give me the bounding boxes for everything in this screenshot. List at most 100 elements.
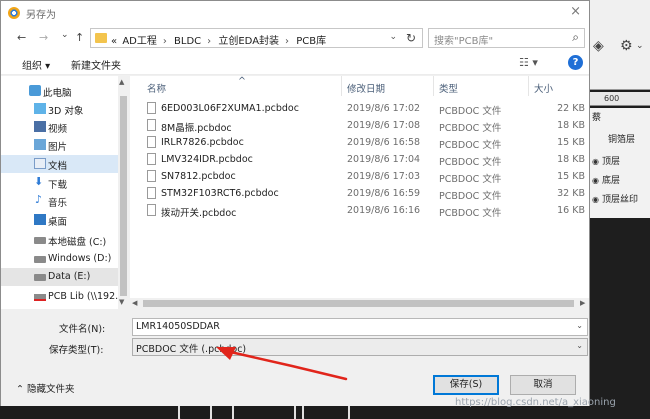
file-row[interactable]: 拨动开关.pcbdoc 2019/8/6 16:16 PCBDOC 文件 16 …	[130, 202, 589, 219]
watermark: https://blog.csdn.net/a_xiaoning	[455, 397, 616, 408]
column-header-size[interactable]: 大小	[534, 81, 553, 95]
downloads-icon: ⬇	[34, 175, 44, 188]
file-list: 名称 ^ 修改日期 类型 大小 6ED003L06F2XUMA1.pcbdoc …	[130, 76, 589, 309]
scrollbar-thumb[interactable]	[143, 300, 574, 307]
breadcrumb-pcb-lib[interactable]: PCB库	[296, 36, 326, 47]
help-icon[interactable]: ?	[568, 55, 583, 70]
layers-icon[interactable]: ◈	[593, 38, 604, 54]
sidebar-item-data-e[interactable]: Data (E:)	[1, 268, 118, 286]
ruler: 600	[590, 92, 650, 106]
organize-menu-button[interactable]: 组织 ▾	[22, 57, 50, 72]
view-options-icon[interactable]: ☷ ▾	[519, 56, 538, 69]
background-app: ◈ ⚙ ⌄ 600 蔡 铜箔层 ◉ 顶层 ◉ 底层 ◉ 顶层丝印	[590, 0, 650, 419]
music-icon: ♪	[35, 193, 43, 206]
hide-folders-button[interactable]: ⌃ 隐藏文件夹	[16, 381, 74, 395]
eye-icon[interactable]: ◉	[592, 195, 602, 204]
sort-ascending-icon: ^	[238, 76, 246, 87]
back-arrow-icon[interactable]: ←	[17, 31, 26, 44]
recent-locations-chevron-icon[interactable]: ⌄	[61, 30, 69, 40]
up-arrow-icon[interactable]: ↑	[75, 31, 84, 44]
filename-input[interactable]: LMR14050SDDAR	[136, 321, 220, 332]
chevron-down-icon[interactable]: ⌄	[636, 41, 644, 51]
title-bar: 另存为 ×	[1, 1, 589, 25]
file-icon	[147, 187, 156, 199]
refresh-icon[interactable]: ↻	[406, 31, 416, 45]
cancel-button[interactable]: 取消	[510, 375, 576, 395]
column-header-date[interactable]: 修改日期	[347, 81, 385, 95]
filetype-select[interactable]: PCBDOC 文件 (.pcbdoc) ⌄	[132, 338, 588, 356]
sidebar-item-downloads[interactable]: ⬇ 下载	[1, 174, 118, 192]
command-bar: 组织 ▾ 新建文件夹 ☷ ▾ ?	[1, 51, 589, 75]
panel-header: 蔡	[592, 113, 602, 123]
breadcrumb-separator: ›	[285, 36, 290, 47]
chevron-down-icon[interactable]: ⌄	[576, 341, 583, 350]
column-divider[interactable]	[528, 76, 529, 96]
scroll-left-icon[interactable]: ◀	[132, 299, 137, 307]
file-row[interactable]: STM32F103RCT6.pcbdoc 2019/8/6 16:59 PCBD…	[130, 185, 589, 202]
breadcrumb-overflow[interactable]: «	[111, 36, 117, 47]
scroll-up-icon[interactable]: ▲	[119, 78, 124, 86]
file-row[interactable]: 8M晶振.pcbdoc 2019/8/6 17:08 PCBDOC 文件 18 …	[130, 117, 589, 134]
filetype-label: 保存类型(T):	[49, 345, 104, 356]
file-row[interactable]: SN7812.pcbdoc 2019/8/6 17:03 PCBDOC 文件 1…	[130, 168, 589, 185]
3d-objects-icon	[34, 103, 46, 114]
column-header-name[interactable]: 名称	[147, 81, 166, 95]
sidebar-item-windows-d[interactable]: Windows (D:)	[1, 250, 118, 268]
sidebar-item-local-disk-c[interactable]: 本地磁盘 (C:)	[1, 231, 118, 249]
pictures-icon	[34, 139, 46, 150]
filetype-selected-value: PCBDOC 文件 (.pcbdoc)	[136, 344, 247, 355]
search-icon[interactable]: ⌕	[572, 30, 579, 45]
sidebar-item-documents[interactable]: 文档	[1, 155, 118, 173]
column-header-type[interactable]: 类型	[439, 81, 458, 95]
column-divider[interactable]	[341, 76, 342, 96]
sidebar-item-pcb-lib-network[interactable]: PCB Lib (\\192.	[1, 288, 118, 306]
scroll-right-icon[interactable]: ▶	[580, 299, 585, 307]
file-row[interactable]: 6ED003L06F2XUMA1.pcbdoc 2019/8/6 17:02 P…	[130, 100, 589, 117]
navigation-scrollbar[interactable]: ▲ ▼	[118, 76, 129, 309]
address-bar[interactable]: « AD工程 › BLDC › 立创EDA封装 › PCB库 ⌄ ↻	[90, 28, 423, 48]
sidebar-item-videos[interactable]: 视频	[1, 118, 118, 136]
eye-icon[interactable]: ◉	[592, 176, 602, 185]
breadcrumb-lceda-footprints[interactable]: 立创EDA封装	[218, 36, 279, 47]
breadcrumb: « AD工程 › BLDC › 立创EDA封装 › PCB库	[111, 32, 328, 47]
breadcrumb-separator: ›	[162, 36, 167, 47]
file-icon	[147, 170, 156, 182]
navigation-bar: ← → ⌄ ↑ « AD工程 › BLDC › 立创EDA封装 › PCB库 ⌄ ↻ …	[1, 25, 589, 51]
breadcrumb-ad-project[interactable]: AD工程	[122, 36, 157, 47]
horizontal-scrollbar[interactable]: ◀ ▶	[130, 298, 589, 309]
layer-top[interactable]: ◉ 顶层	[592, 154, 620, 167]
search-box[interactable]: 搜索"PCB库" ⌕	[428, 28, 585, 48]
sidebar-item-music[interactable]: ♪ 音乐	[1, 192, 118, 210]
layer-top-silk[interactable]: ◉ 顶层丝印	[592, 192, 638, 205]
eye-icon[interactable]: ◉	[592, 157, 602, 166]
folder-icon	[95, 33, 107, 43]
sidebar-item-pictures[interactable]: 图片	[1, 136, 118, 154]
file-icon	[147, 153, 156, 165]
gear-icon[interactable]: ⚙	[620, 38, 633, 54]
sidebar-item-this-pc[interactable]: 此电脑	[1, 82, 118, 100]
address-dropdown-icon[interactable]: ⌄	[389, 32, 397, 42]
breadcrumb-bldc[interactable]: BLDC	[174, 36, 201, 47]
new-folder-button[interactable]: 新建文件夹	[71, 57, 121, 72]
file-row[interactable]: IRLR7826.pcbdoc 2019/8/6 16:58 PCBDOC 文件…	[130, 134, 589, 151]
network-drive-icon	[34, 294, 46, 301]
app-logo-icon	[8, 7, 20, 19]
scroll-down-icon[interactable]: ▼	[119, 298, 124, 306]
filename-label: 文件名(N):	[59, 324, 106, 335]
search-input[interactable]: 搜索"PCB库"	[434, 32, 493, 47]
layers-panel: 蔡 铜箔层 ◉ 顶层 ◉ 底层 ◉ 顶层丝印	[590, 108, 650, 218]
forward-arrow-icon[interactable]: →	[39, 31, 48, 44]
sidebar-item-desktop[interactable]: 桌面	[1, 211, 118, 229]
file-icon	[147, 204, 156, 216]
drive-icon	[34, 256, 46, 263]
layer-copper[interactable]: 铜箔层	[608, 132, 635, 145]
column-divider[interactable]	[433, 76, 434, 96]
file-row[interactable]: LMV324IDR.pcbdoc 2019/8/6 17:04 PCBDOC 文…	[130, 151, 589, 168]
save-button[interactable]: 保存(S)	[433, 375, 499, 395]
layer-bottom[interactable]: ◉ 底层	[592, 173, 620, 186]
filename-field[interactable]: LMR14050SDDAR ⌄	[132, 318, 588, 336]
sidebar-item-3d-objects[interactable]: 3D 对象	[1, 100, 118, 118]
chevron-down-icon[interactable]: ⌄	[576, 321, 583, 330]
close-icon[interactable]: ×	[570, 4, 581, 19]
scrollbar-thumb[interactable]	[120, 96, 127, 296]
